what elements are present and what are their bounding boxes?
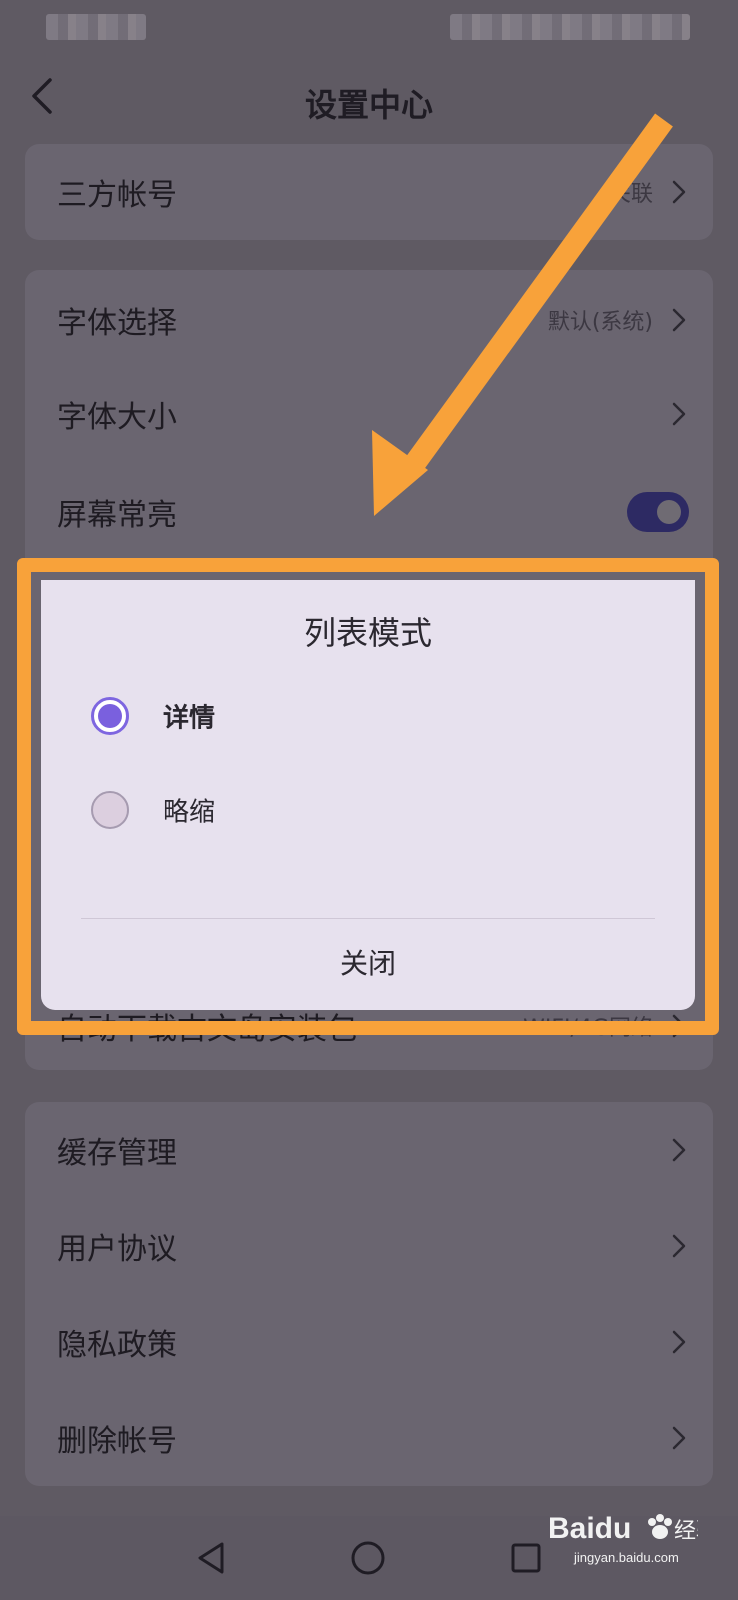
chevron-right-icon: [672, 1426, 686, 1450]
row-label: 用户协议: [57, 1232, 177, 1267]
chevron-right-icon: [672, 1234, 686, 1258]
row-delete-account[interactable]: 删除帐号: [25, 1390, 713, 1486]
watermark-url: jingyan.baidu.com: [573, 1550, 679, 1565]
square-recents-icon[interactable]: [504, 1536, 548, 1580]
row-label: 字体选择: [57, 306, 177, 341]
app-bar: 设置中心: [0, 60, 738, 140]
row-label: 字体大小: [57, 400, 177, 435]
chevron-right-icon: [672, 180, 686, 204]
watermark-suffix: 经验: [674, 1518, 698, 1543]
row-value: 默认(系统): [547, 310, 653, 335]
screen-on-toggle[interactable]: [627, 492, 689, 532]
row-font-size[interactable]: 字体大小: [25, 366, 713, 462]
row-font-select[interactable]: 字体选择 默认(系统): [25, 272, 713, 368]
row-cache[interactable]: 缓存管理: [25, 1102, 713, 1198]
row-label: 屏幕常亮: [57, 498, 177, 533]
page-title: 设置中心: [304, 86, 433, 124]
chevron-right-icon: [672, 308, 686, 332]
settings-card-misc: 缓存管理 用户协议 隐私政策 删除帐号: [25, 1102, 713, 1486]
row-value: 关联: [608, 182, 653, 207]
chevron-right-icon: [672, 1138, 686, 1162]
row-label: 隐私政策: [57, 1328, 177, 1363]
toggle-knob: [657, 500, 681, 524]
settings-card-account: 三方帐号 关联: [25, 144, 713, 240]
row-label: 缓存管理: [57, 1136, 177, 1171]
row-label: 三方帐号: [57, 178, 177, 213]
watermark-brand: Baidu: [548, 1512, 631, 1545]
baidu-jingyan-watermark: Baidu 经验 jingyan.baidu.com: [548, 1512, 698, 1565]
row-privacy[interactable]: 隐私政策: [25, 1294, 713, 1390]
status-bar: [0, 0, 738, 60]
row-label: 删除帐号: [57, 1424, 177, 1459]
chevron-right-icon: [672, 402, 686, 426]
status-bar-left-blurred: [46, 14, 146, 40]
row-agreement[interactable]: 用户协议: [25, 1198, 713, 1294]
circle-home-icon[interactable]: [346, 1536, 390, 1580]
row-screen-on: 屏幕常亮: [25, 464, 713, 560]
status-bar-right-blurred: [450, 14, 690, 40]
row-third-party-account[interactable]: 三方帐号 关联: [25, 144, 713, 240]
chevron-right-icon: [672, 1330, 686, 1354]
annotation-highlight-box: [17, 558, 719, 1035]
paw-icon: [648, 1514, 672, 1539]
triangle-back-icon[interactable]: [190, 1536, 234, 1580]
